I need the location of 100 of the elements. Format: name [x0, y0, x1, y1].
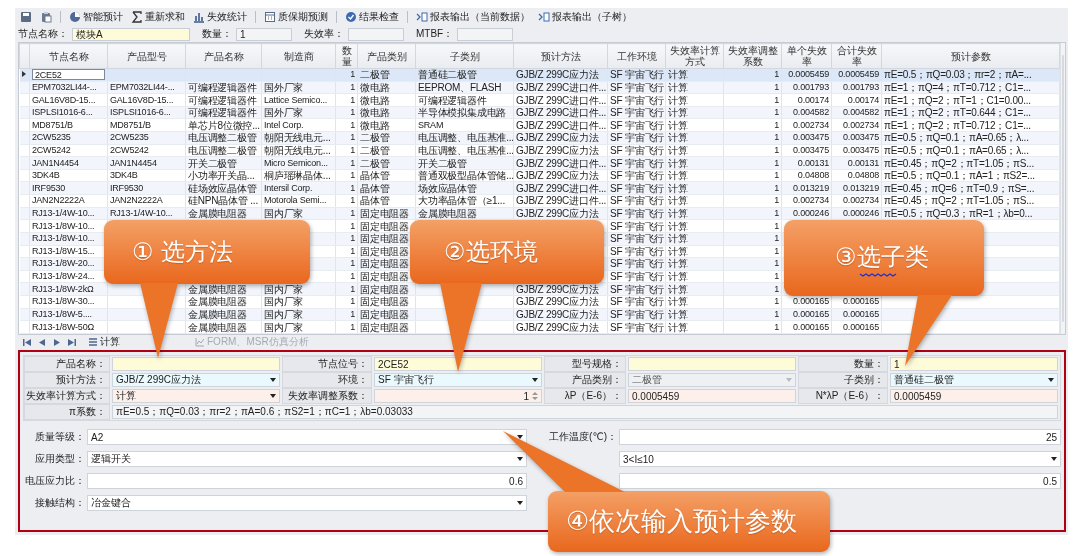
toolbar-button[interactable]: 结果检查 — [343, 9, 401, 25]
field-label: MTBF： — [416, 27, 454, 41]
column-header[interactable]: 失效率计算方式 — [665, 43, 724, 69]
column-header[interactable]: 产品型号 — [107, 43, 186, 69]
field-label: 失效率调整系数： — [282, 388, 372, 404]
last-page-icon[interactable] — [67, 337, 77, 347]
bar-chart-icon — [193, 11, 205, 23]
input-field[interactable]: 0.0005459 — [628, 389, 796, 403]
dropdown[interactable]: SF 宇宙飞行 — [374, 373, 542, 387]
sigma-icon — [131, 11, 143, 23]
column-header[interactable]: 数量 — [335, 43, 358, 69]
row-pointer-icon — [21, 71, 26, 78]
first-page-icon[interactable] — [22, 337, 32, 347]
caret-icon — [1048, 378, 1054, 382]
field-label: 型号规格： — [544, 356, 626, 372]
column-header[interactable]: 合计失效率 — [831, 43, 882, 69]
field-label: 质量等级： — [34, 430, 86, 444]
input-field[interactable] — [112, 357, 280, 371]
callout-text: ④依次输入预计参数 — [566, 508, 798, 534]
field-label: 子类别： — [798, 372, 888, 388]
caret-icon — [270, 394, 276, 398]
dropdown[interactable]: 3<I≤10 — [619, 451, 1061, 467]
field-label: 数量： — [798, 356, 888, 372]
field-label: π系数： — [24, 404, 110, 420]
toolbar-button[interactable]: 报表输出（当前数据） — [414, 9, 532, 25]
input-field[interactable] — [348, 27, 404, 41]
spinner-icon[interactable] — [532, 391, 538, 401]
column-header[interactable]: 预计参数 — [881, 43, 1060, 69]
field-label: 产品名称： — [24, 356, 110, 372]
field-label: λP（E-6）： — [544, 388, 626, 404]
input-field[interactable]: 1 — [890, 357, 1058, 371]
field-label: 环境： — [282, 372, 372, 388]
number-field[interactable]: 25 — [619, 429, 1061, 445]
calendar-icon — [264, 11, 276, 23]
scrollbar[interactable] — [1060, 43, 1065, 334]
caret-icon — [270, 378, 276, 382]
caret-icon — [517, 435, 523, 439]
field-label: 失效率： — [304, 27, 344, 41]
column-header[interactable]: 单个失效率 — [781, 43, 832, 69]
dropdown[interactable]: GJB/Z 299C应力法 — [112, 373, 280, 387]
field-label: 节点位号： — [282, 356, 372, 372]
field-label: 数量： — [202, 27, 232, 41]
number-field[interactable]: 0.6 — [87, 473, 527, 489]
check-icon — [345, 11, 357, 23]
row-header[interactable] — [19, 68, 30, 82]
field-label: 产品类别： — [544, 372, 626, 388]
input-field[interactable]: 0.0005459 — [890, 389, 1058, 403]
field-label: 节点名称： — [18, 27, 68, 41]
export-icon — [416, 11, 428, 23]
column-header[interactable]: 失效率调整系数 — [723, 43, 782, 69]
input-field[interactable]: πE=0.5；πQ=0.03；πr=2；πA=0.6；πS2=1；πC=1；λb=0.03033 — [112, 405, 1058, 419]
chart-icon — [195, 337, 205, 347]
caret-icon — [786, 378, 792, 382]
input-field[interactable]: 1 — [236, 27, 292, 41]
callout-text: ②选环境 — [444, 240, 538, 264]
input-field[interactable] — [628, 357, 796, 371]
field-label: 应用类型： — [34, 452, 86, 466]
caret-icon — [517, 457, 523, 461]
input-field[interactable] — [457, 27, 514, 41]
caret-icon — [532, 378, 538, 382]
callout-text: ① 选方法 — [132, 240, 234, 264]
field-label: 工作温度(℃)： — [549, 430, 618, 444]
caret-icon — [517, 501, 523, 505]
input-field[interactable]: 2CE52 — [374, 357, 542, 371]
pager-button[interactable]: 计算 — [88, 335, 120, 349]
save-icon — [20, 11, 32, 23]
field-label: 接触结构： — [34, 496, 86, 510]
column-header[interactable]: 预计方法 — [513, 43, 608, 69]
toolbar-button[interactable]: 重新求和 — [129, 9, 187, 25]
next-icon[interactable] — [52, 337, 62, 347]
export-icon — [538, 11, 550, 23]
spin-field[interactable]: 1 — [374, 389, 542, 403]
column-header[interactable]: 子类别 — [415, 43, 514, 69]
field-label: 预计方法： — [24, 372, 110, 388]
column-header[interactable]: 工作环境 — [607, 43, 666, 69]
toolbar-button[interactable]: 质保期预测 — [262, 9, 330, 25]
clipboard-icon — [40, 11, 52, 23]
cell-edit-field[interactable]: 2CE52 — [32, 69, 105, 81]
dropdown[interactable]: 冶金键合 — [87, 495, 527, 511]
list-icon — [88, 337, 98, 347]
field-label: 失效率计算方式： — [24, 388, 110, 404]
pie-chart-icon — [69, 11, 81, 23]
previous-icon[interactable] — [37, 337, 47, 347]
dropdown[interactable]: 计算 — [112, 389, 280, 403]
dropdown[interactable]: 逻辑开关 — [87, 451, 527, 467]
column-header[interactable]: 制造商 — [261, 43, 336, 69]
number-field[interactable]: 0.5 — [619, 473, 1061, 489]
toolbar-icon-button[interactable] — [18, 9, 34, 25]
dropdown[interactable]: A2 — [87, 429, 527, 445]
column-header[interactable]: 节点名称 — [29, 43, 108, 69]
caret-icon — [1051, 457, 1057, 461]
dropdown[interactable]: 普通硅二极管 — [890, 373, 1058, 387]
column-header[interactable]: 产品类别 — [357, 43, 416, 69]
toolbar-button[interactable]: 智能预计 — [67, 9, 125, 25]
column-header[interactable]: 产品名称 — [185, 43, 262, 69]
field-label: N*λP（E-6）： — [798, 388, 888, 404]
input-field[interactable]: 模块A — [72, 27, 190, 41]
callout-text: ③选子类 — [835, 245, 929, 269]
toolbar-button[interactable]: 报表输出（子树） — [536, 9, 634, 25]
toolbar-button[interactable]: 失效统计 — [191, 9, 249, 25]
